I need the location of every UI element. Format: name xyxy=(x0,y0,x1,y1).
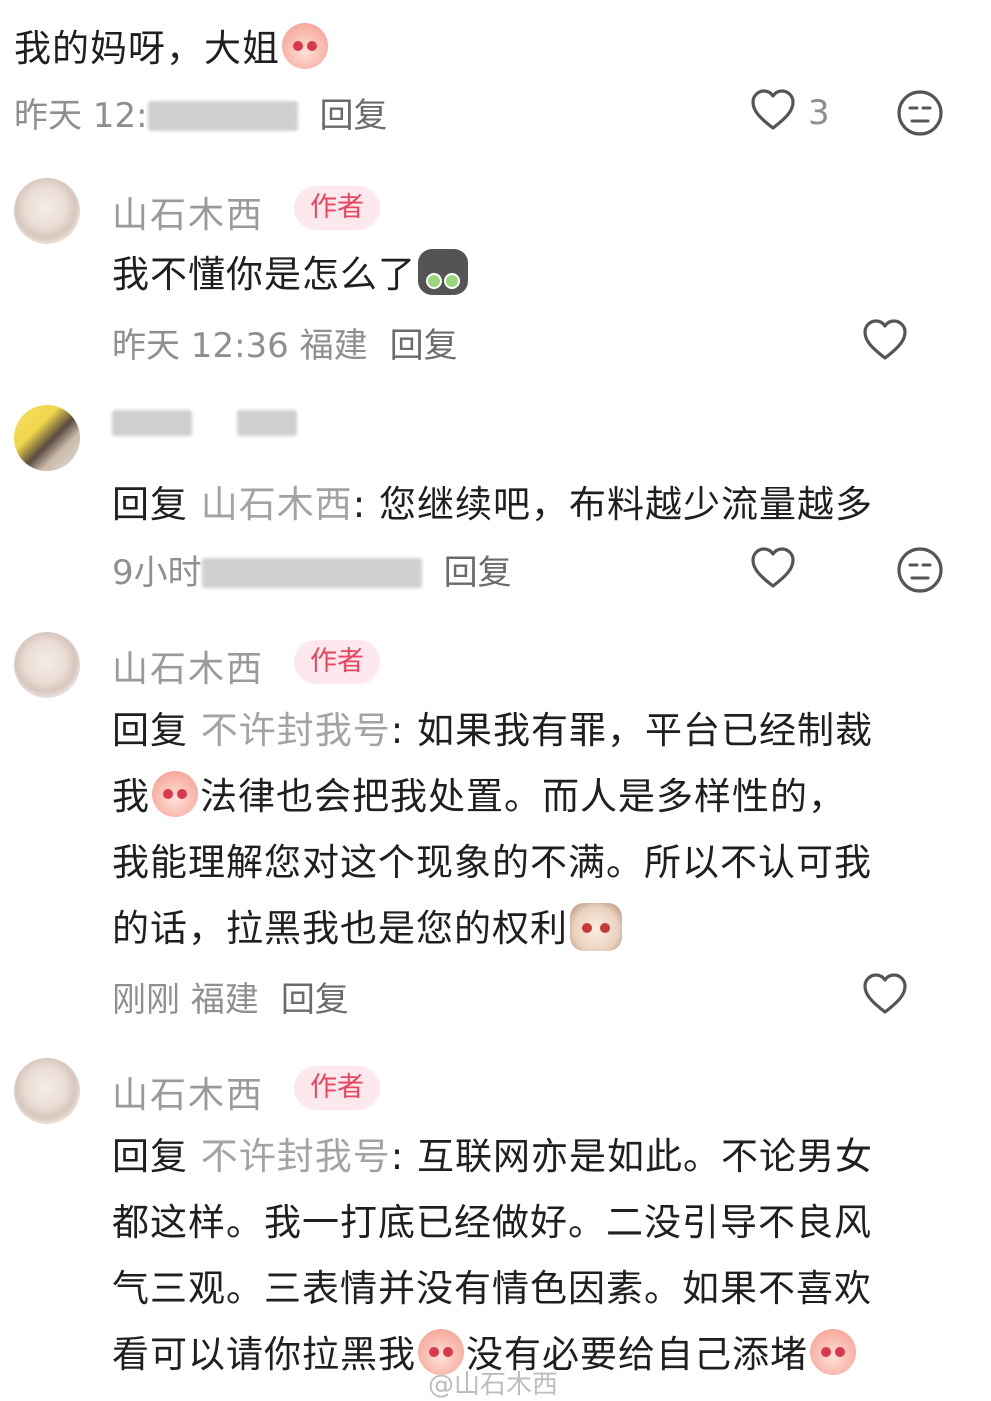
comment-meta: 昨天 12:36 福建 回复 xyxy=(112,318,458,367)
like-button[interactable] xyxy=(750,88,796,132)
like-button[interactable] xyxy=(862,972,908,1016)
timestamp: 刚刚 福建 xyxy=(112,980,259,1020)
heart-outline-icon xyxy=(863,973,907,1014)
comment-text: 我不懂你是怎么了 xyxy=(112,242,468,308)
avatar[interactable] xyxy=(14,405,80,471)
comment-meta: 9小时 回复 xyxy=(112,545,512,594)
author-name-obscured[interactable] xyxy=(112,410,298,436)
cat-wink-emoji-icon xyxy=(570,903,622,951)
reply-button[interactable]: 回复 xyxy=(320,96,388,136)
avatar[interactable] xyxy=(14,178,80,244)
meh-face-icon xyxy=(897,547,943,593)
watermark: @山石木西 xyxy=(428,1370,559,1400)
author-name[interactable]: 山石木西 xyxy=(112,640,264,692)
like-count: 3 xyxy=(808,93,830,133)
reply-button[interactable]: 回复 xyxy=(390,326,458,366)
mention-link[interactable]: 山石木西 xyxy=(201,483,353,526)
heart-outline-icon xyxy=(751,547,795,588)
timestamp: 9小时 xyxy=(112,553,202,593)
author-badge: 作者 xyxy=(294,640,380,684)
mention-link[interactable]: 不许封我号 xyxy=(201,1135,391,1178)
comment-text: 回复 不许封我号: 互联网亦是如此。不论男女 都这样。我一打底已经做好。二没引导… xyxy=(112,1135,873,1376)
author-name[interactable]: 山石木西 xyxy=(112,1066,264,1118)
author-name[interactable]: 山石木西 xyxy=(112,186,264,238)
comment-text: 回复 不许封我号: 如果我有罪，平台已经制裁 我法律也会把我处置。而人是多样性的… xyxy=(112,709,873,951)
timestamp: 昨天 12: xyxy=(14,96,148,136)
timestamp: 昨天 12:36 福建 xyxy=(112,326,368,366)
comment-text: 回复 山石木西: 您继续吧，布料越少流量越多 xyxy=(112,483,873,526)
author-badge: 作者 xyxy=(294,1066,380,1110)
avatar[interactable] xyxy=(14,632,80,698)
top-comment-meta: 昨天 12: 回复 xyxy=(14,88,388,137)
comment-meta: 刚刚 福建 回复 xyxy=(112,972,349,1021)
meh-face-icon xyxy=(897,90,943,136)
dislike-button[interactable] xyxy=(896,89,944,137)
like-button[interactable] xyxy=(862,318,908,362)
like-button[interactable] xyxy=(750,546,796,590)
scared-face-emoji-icon xyxy=(152,771,198,817)
reply-button[interactable]: 回复 xyxy=(281,980,349,1020)
reply-button[interactable]: 回复 xyxy=(444,553,512,593)
author-badge: 作者 xyxy=(294,186,380,230)
scared-face-emoji-icon xyxy=(810,1329,856,1375)
top-comment-text: 我的妈呀，大姐 xyxy=(14,16,330,82)
heart-outline-icon xyxy=(751,89,795,130)
avatar[interactable] xyxy=(14,1058,80,1124)
dislike-button[interactable] xyxy=(896,546,944,594)
heart-outline-icon xyxy=(863,319,907,360)
mention-link[interactable]: 不许封我号 xyxy=(201,709,391,752)
cat-emoji-icon xyxy=(418,249,468,295)
crying-face-emoji-icon xyxy=(282,23,328,69)
